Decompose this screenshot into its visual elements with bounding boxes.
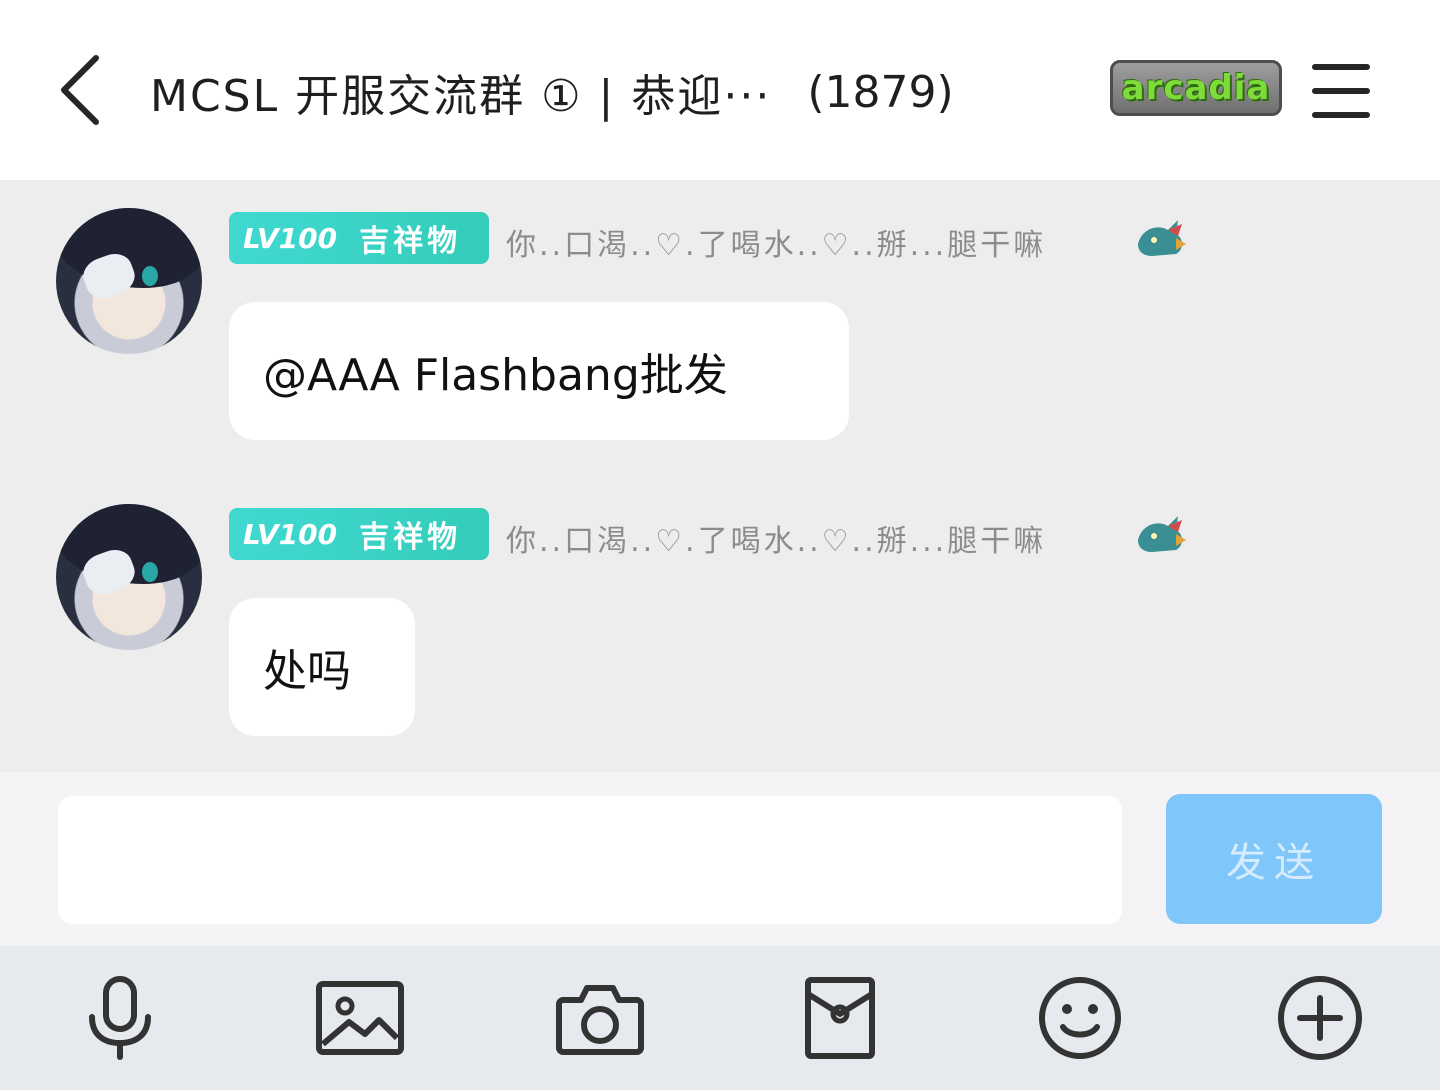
level-title: 吉祥物 <box>359 520 462 555</box>
emoji-button[interactable] <box>1034 972 1126 1064</box>
message-list[interactable]: LV100 吉祥物 你..口渴..♡.了喝水..♡..掰...腿干嘛 @AAA … <box>0 180 1440 772</box>
camera-icon <box>556 985 644 1055</box>
avatar[interactable] <box>56 208 202 354</box>
camera-button[interactable] <box>554 972 646 1064</box>
level-badge: LV100 吉祥物 <box>229 212 489 264</box>
menu-icon-bar <box>1312 112 1370 118</box>
message-bubble[interactable]: 处吗 <box>229 598 415 736</box>
chat-header: MCSL 开服交流群 ① | 恭迎··· (1879) arcadia <box>0 0 1440 180</box>
back-button[interactable] <box>40 48 120 132</box>
message-text: 处吗 <box>263 646 351 697</box>
arcadia-badge: arcadia <box>1110 60 1282 116</box>
level-label: LV100 <box>243 517 338 551</box>
send-button[interactable]: 发送 <box>1166 794 1382 924</box>
image-icon <box>316 981 404 1055</box>
menu-button[interactable] <box>1300 58 1382 124</box>
emoji-icon <box>1039 977 1121 1059</box>
level-title: 吉祥物 <box>359 224 462 259</box>
arcadia-badge-text: arcadia <box>1121 68 1271 108</box>
image-button[interactable] <box>314 972 406 1064</box>
avatar[interactable] <box>56 504 202 650</box>
dragon-icon <box>1138 516 1186 552</box>
dragon-icon <box>1138 220 1186 256</box>
microphone-icon <box>89 976 151 1060</box>
composer-bar: 发送 <box>0 772 1440 946</box>
voice-button[interactable] <box>74 972 166 1064</box>
level-label: LV100 <box>243 221 338 255</box>
menu-icon-bar <box>1312 88 1370 94</box>
sender-nickname[interactable]: 你..口渴..♡.了喝水..♡..掰...腿干嘛 <box>506 516 1046 560</box>
sender-nickname[interactable]: 你..口渴..♡.了喝水..♡..掰...腿干嘛 <box>506 220 1046 264</box>
chat-title[interactable]: MCSL 开服交流群 ① | 恭迎··· (1879) <box>150 56 1110 128</box>
more-button[interactable] <box>1274 972 1366 1064</box>
red-packet-button[interactable] <box>794 972 886 1064</box>
plus-icon <box>1278 976 1362 1060</box>
level-badge: LV100 吉祥物 <box>229 508 489 560</box>
group-name: MCSL 开服交流群 ① | 恭迎··· <box>150 71 772 122</box>
chevron-left-icon <box>61 55 99 125</box>
composer-toolbar <box>0 946 1440 1090</box>
member-count: (1879) <box>807 66 954 118</box>
message-input[interactable] <box>58 796 1122 924</box>
message-bubble[interactable]: @AAA Flashbang批发 <box>229 302 849 440</box>
message-text: @AAA Flashbang批发 <box>263 350 728 401</box>
menu-icon-bar <box>1312 64 1370 70</box>
red-packet-icon <box>805 977 875 1059</box>
